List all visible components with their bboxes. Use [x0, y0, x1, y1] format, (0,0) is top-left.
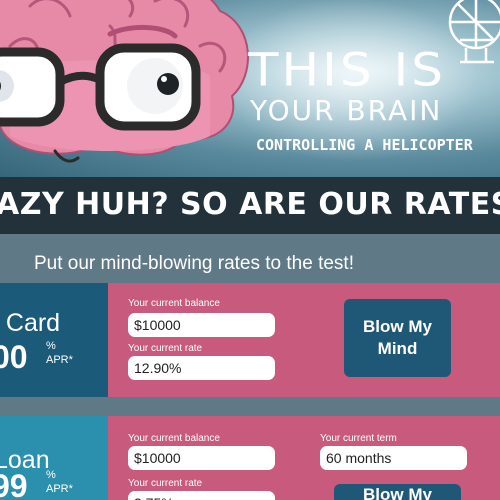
panel-gap — [0, 397, 500, 416]
apr-percent-sign: % — [46, 340, 56, 352]
term-input[interactable] — [320, 446, 467, 470]
hero-title-line1: THIS IS — [248, 44, 447, 97]
product-apr-suffix: % APR* — [46, 470, 73, 495]
rate-input[interactable] — [128, 356, 275, 380]
product-panel-card: t Card 00 % APR* Your current balance Yo… — [0, 283, 500, 397]
rates-intro: Put our mind-blowing rates to the test! — [34, 253, 354, 274]
balance-label: Your current balance — [128, 298, 220, 309]
product-panel-loan: Loan 99 % APR* Your current balance Your… — [0, 416, 500, 500]
hero-title-line3: CONTROLLING A HELICOPTER — [256, 136, 473, 154]
rate-label: Your current rate — [128, 478, 203, 489]
product-calculator: Your current balance Your current rate B… — [108, 283, 500, 397]
hero-title-line2: YOUR BRAIN — [250, 94, 443, 127]
tagline-text: AZY HUH? SO ARE OUR RATES. — [0, 187, 500, 222]
product-rate-box: t Card 00 % APR* — [0, 283, 108, 397]
term-label: Your current term — [320, 433, 397, 444]
product-name: t Card — [0, 309, 61, 337]
product-calculator: Your current balance Your current rate Y… — [108, 416, 500, 500]
tagline-band: AZY HUH? SO ARE OUR RATES. — [0, 177, 500, 234]
product-apr-value: 00 — [0, 339, 28, 375]
apr-label: APR* — [46, 354, 73, 366]
hero-banner: THIS IS YOUR BRAIN CONTROLLING A HELICOP… — [0, 0, 500, 177]
product-rate-box: Loan 99 % APR* — [0, 416, 108, 500]
balance-label: Your current balance — [128, 433, 220, 444]
apr-percent-sign: % — [46, 469, 56, 481]
blow-my-mind-button[interactable]: Blow My Mind — [344, 299, 451, 377]
balance-input[interactable] — [128, 313, 275, 337]
balance-input[interactable] — [128, 446, 275, 470]
product-apr-value: 99 — [0, 468, 28, 500]
brain-mascot-icon — [0, 0, 249, 163]
rate-label: Your current rate — [128, 343, 203, 354]
rate-input[interactable] — [128, 491, 275, 500]
product-apr-suffix: % APR* — [46, 341, 73, 366]
blow-my-mind-button[interactable]: Blow My Mind — [334, 484, 461, 500]
apr-label: APR* — [46, 483, 73, 495]
